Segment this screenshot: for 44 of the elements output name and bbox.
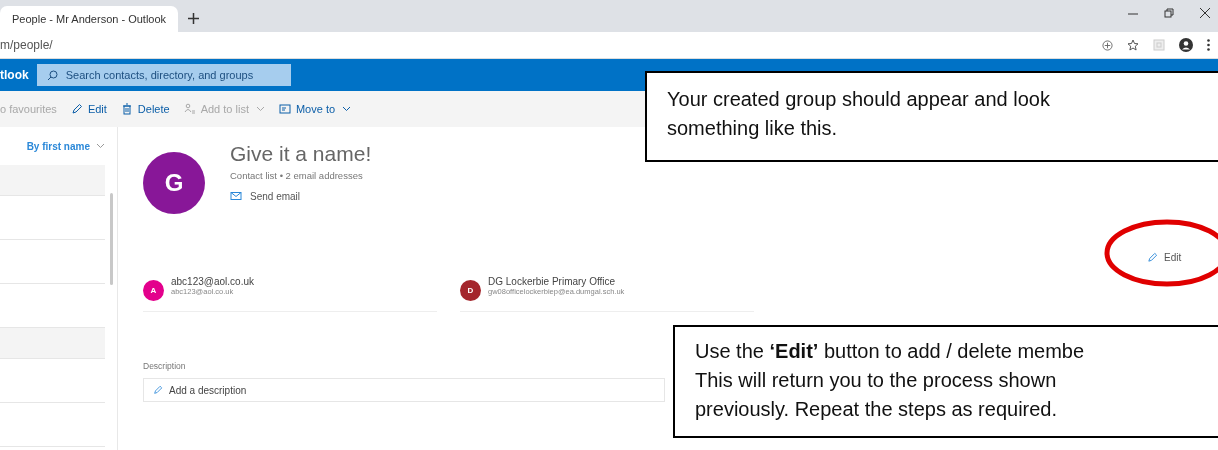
address-text[interactable]: m/people/ [0,38,1102,52]
member-avatar: D [460,280,481,301]
menu-icon[interactable] [1207,39,1210,51]
people-icon [183,103,196,115]
description-label: Description [143,361,187,371]
app-name: tlook [0,68,29,82]
restore-icon[interactable] [1164,8,1174,18]
callout-text: something like this. [667,116,838,141]
send-email-link[interactable]: Send email [230,190,301,202]
member-name[interactable]: abc123@aol.co.uk [171,276,254,287]
search-field[interactable]: Search contacts, directory, and groups [36,64,291,86]
pencil-icon [153,385,163,395]
toolbar-button[interactable]: Delete [120,101,170,117]
folder-icon [278,103,291,115]
member-avatar: A [143,280,164,301]
pencil-icon [1147,252,1158,263]
callout-text: previously. Repeat the steps as required. [695,397,1058,422]
toolbar-button[interactable]: Edit [70,101,107,117]
toolbar-button[interactable]: Move to [278,101,352,117]
callout-text: Use the ‘Edit’ button to add / delete membe [695,339,1085,364]
scrollbar[interactable] [110,193,113,285]
group-name: Give it a name! [230,142,372,166]
envelope-icon [230,190,242,202]
close-icon[interactable] [1200,8,1210,18]
sort-dropdown[interactable]: By first name [26,140,105,152]
group-avatar: G [143,152,205,214]
edit-button[interactable]: Edit [1147,252,1182,263]
search-icon [46,69,58,81]
member-name[interactable]: DG Lockerbie Primary Office [488,276,625,287]
star-icon[interactable] [1127,39,1139,51]
trash-icon [120,103,133,115]
group-subtitle: Contact list • 2 email addresses [230,170,364,181]
account-icon[interactable] [1179,38,1193,52]
contact-row[interactable] [0,328,105,359]
new-tab-icon[interactable] [188,13,199,24]
callout-text: This will return you to the process shown [695,368,1057,393]
callout-text: Your created group should appear and look [667,87,1050,112]
add-circle-icon[interactable] [1102,39,1113,51]
description-field[interactable]: Add a description [143,378,665,402]
browser-tab[interactable]: People - Mr Anderson - Outlook [0,6,178,32]
pencil-icon [70,103,83,115]
caret-icon [96,143,105,149]
extension-icon[interactable] [1153,39,1165,51]
contact-row[interactable] [0,165,105,196]
